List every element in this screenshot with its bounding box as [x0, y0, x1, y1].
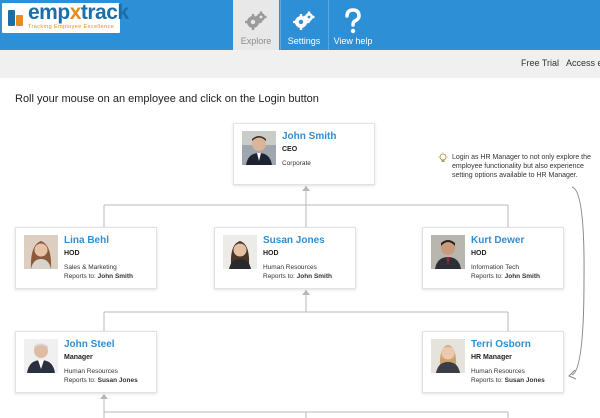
avatar: [242, 131, 276, 165]
employee-role: CEO: [282, 146, 298, 153]
employee-role: HOD: [263, 250, 279, 257]
employee-department: Human Resources: [263, 264, 317, 271]
hr-manager-tip: Login as HR Manager to not only explore …: [452, 154, 591, 179]
employee-reports-to: Reports to: John Smith: [263, 273, 332, 280]
employee-role: HR Manager: [471, 354, 512, 361]
employee-name: Lina Behl: [64, 235, 110, 246]
employee-department: Human Resources: [471, 368, 525, 375]
employee-card-susan-jones[interactable]: Susan Jones HOD Human Resources Reports …: [214, 227, 356, 289]
employee-reports-to: Reports to: John Smith: [471, 273, 540, 280]
employee-name: John Steel: [64, 339, 115, 350]
avatar: [24, 339, 58, 373]
avatar: [431, 235, 465, 269]
employee-name: Susan Jones: [263, 235, 325, 246]
avatar: [223, 235, 257, 269]
employee-card-lina-behl[interactable]: Lina Behl HOD Sales & Marketing Reports …: [15, 227, 157, 289]
employee-name: Terri Osborn: [471, 339, 531, 350]
employee-reports-to: Reports to: Susan Jones: [471, 377, 545, 384]
employee-department: Sales & Marketing: [64, 264, 117, 271]
employee-card-john-steel[interactable]: John Steel Manager Human Resources Repor…: [15, 331, 157, 393]
lightbulb-icon: [438, 152, 448, 162]
employee-department: Human Resources: [64, 368, 118, 375]
employee-role: Manager: [64, 354, 93, 361]
employee-card-terri-osborn[interactable]: Terri Osborn HR Manager Human Resources …: [422, 331, 564, 393]
employee-reports-to: Reports to: Susan Jones: [64, 377, 138, 384]
avatar: [24, 235, 58, 269]
employee-card-kurt-dewer[interactable]: Kurt Dewer HOD Information Tech Reports …: [422, 227, 564, 289]
employee-name: Kurt Dewer: [471, 235, 525, 246]
connector-arrow: [302, 290, 310, 295]
employee-department: Corporate: [282, 160, 311, 167]
employee-role: HOD: [64, 250, 80, 257]
employee-department: Information Tech: [471, 264, 519, 271]
employee-name: John Smith: [282, 131, 337, 142]
connector-arrow: [302, 186, 310, 191]
tip-pointer-arrow: [571, 186, 585, 376]
connector-arrow: [100, 394, 108, 399]
avatar: [431, 339, 465, 373]
employee-reports-to: Reports to: John Smith: [64, 273, 133, 280]
employee-card-john-smith[interactable]: John Smith CEO Corporate: [233, 123, 375, 185]
employee-role: HOD: [471, 250, 487, 257]
